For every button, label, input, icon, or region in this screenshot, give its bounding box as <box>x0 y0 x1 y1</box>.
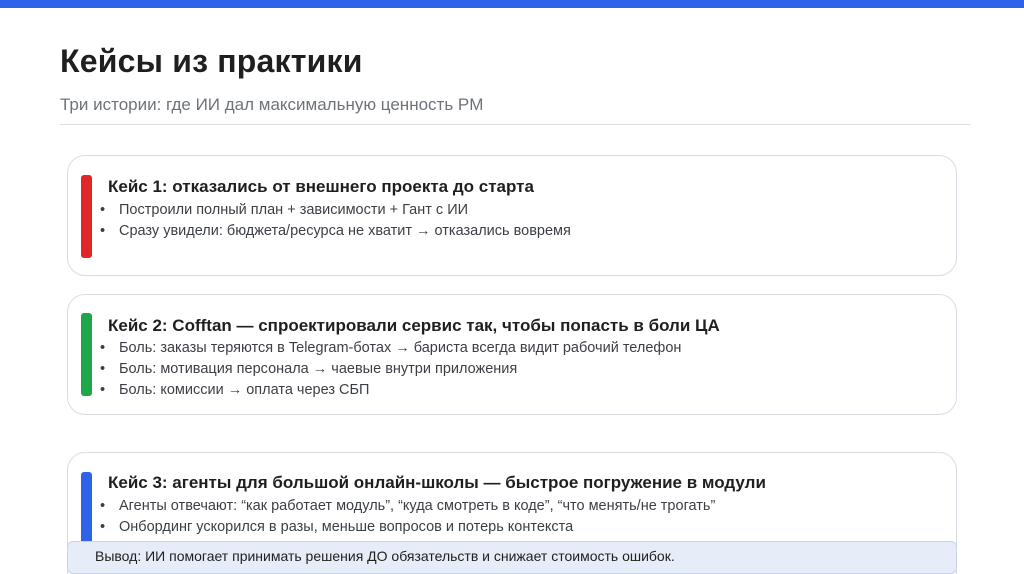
bullet-icon: • <box>100 340 106 356</box>
case-1-accent-bar <box>81 175 92 258</box>
page-title: Кейсы из практики <box>60 43 363 79</box>
bullet-icon: • <box>100 361 106 377</box>
case-2-accent-bar <box>81 313 92 396</box>
case-1-bullets: • Построили полный план + зависимости + Г… <box>100 200 571 242</box>
bullet-icon: • <box>100 223 106 239</box>
case-card-2: Кейс 2: Cofftan — спроектировали сервис … <box>67 294 957 415</box>
bullet-icon: • <box>100 498 106 514</box>
list-item: • Боль: комиссии → оплата через СБП <box>100 380 681 401</box>
list-item: • Боль: мотивация персонала → чаевые внут… <box>100 359 681 380</box>
page-subtitle: Три истории: где ИИ дал максимальную цен… <box>60 95 484 114</box>
bullet-icon: • <box>100 382 106 398</box>
list-item: • Сразу увидели: бюджета/ресурса не хвати… <box>100 221 571 242</box>
case-3-title: Кейс 3: агенты для большой онлайн-школы … <box>108 473 766 492</box>
conclusion-banner: Вывод: ИИ помогает принимать решения ДО … <box>67 541 957 574</box>
list-item: • Онбординг ускорился в разы, меньше вопр… <box>100 517 715 538</box>
case-1-title: Кейс 1: отказались от внешнего проекта д… <box>108 177 534 196</box>
case-3-bullets: • Агенты отвечают: “как работает модуль”,… <box>100 496 715 538</box>
top-accent-bar <box>0 0 1024 8</box>
header-divider <box>60 124 970 125</box>
list-item: • Агенты отвечают: “как работает модуль”,… <box>100 496 715 517</box>
list-item: • Построили полный план + зависимости + Г… <box>100 200 571 221</box>
case-2-bullets: • Боль: заказы теряются в Telegram-ботах … <box>100 338 681 401</box>
bullet-icon: • <box>100 202 106 218</box>
bullet-icon: • <box>100 519 106 535</box>
case-card-1: Кейс 1: отказались от внешнего проекта д… <box>67 155 957 276</box>
case-2-title: Кейс 2: Cofftan — спроектировали сервис … <box>108 316 720 335</box>
list-item: • Боль: заказы теряются в Telegram-ботах … <box>100 338 681 359</box>
